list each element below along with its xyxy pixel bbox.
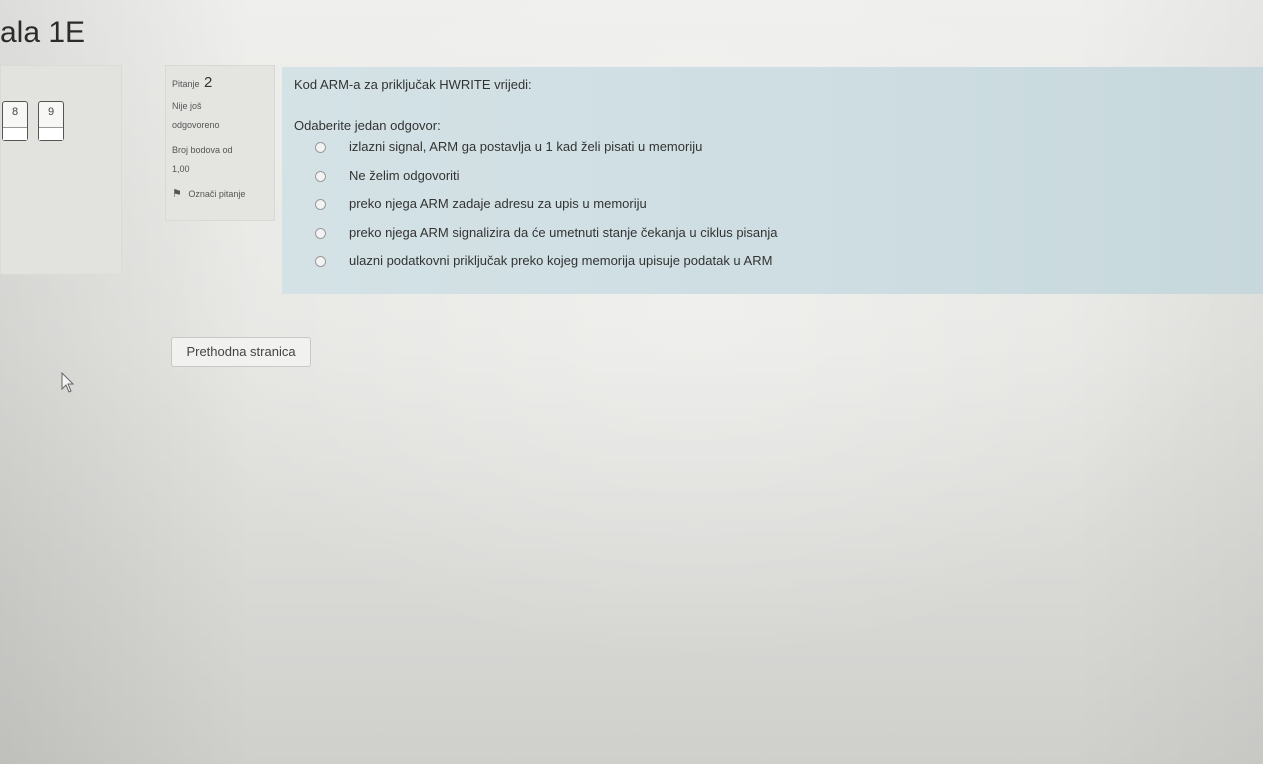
question-number-value: 2 (204, 74, 213, 91)
question-grade: Broj bodova od 1,00 (172, 141, 268, 179)
quiz-nav-button-9[interactable]: 9 (38, 101, 64, 141)
answer-option[interactable]: preko njega ARM signalizira da će umetnu… (294, 223, 1263, 252)
flag-question-label: Označi pitanje (188, 189, 246, 199)
quiz-navigation-panel (0, 65, 122, 275)
flag-icon: ⚑ (172, 188, 182, 200)
answer-list: izlazni signal, ARM ga postavlja u 1 kad… (294, 137, 1263, 280)
answer-option[interactable]: ulazni podatkovni priključak preko kojeg… (294, 251, 1263, 280)
answer-label[interactable]: Ne želim odgovoriti (349, 168, 460, 183)
answer-prompt: Odaberite jedan odgovor: (294, 118, 441, 133)
answer-option[interactable]: Ne želim odgovoriti (294, 166, 1263, 195)
answer-radio-button[interactable] (315, 227, 326, 239)
answer-radio-button[interactable] (315, 199, 326, 210)
question-state: Nije još odgovoreno (172, 97, 268, 135)
quiz-nav-button-label: 9 (47, 106, 55, 118)
answer-label[interactable]: izlazni signal, ARM ga postavlja u 1 kad… (349, 139, 702, 154)
mouse-pointer-icon (61, 372, 75, 393)
question-state-line2: odgovoreno (172, 120, 220, 130)
question-info-box: Pitanje 2 Nije još odgovoreno Broj bodov… (165, 65, 275, 221)
question-grade-line2: 1,00 (172, 164, 190, 174)
answer-radio-button[interactable] (315, 170, 326, 182)
answer-radio-button[interactable] (315, 256, 326, 267)
answer-option[interactable]: izlazni signal, ARM ga postavlja u 1 kad… (294, 137, 1263, 166)
answer-label[interactable]: preko njega ARM zadaje adresu za upis u … (349, 196, 647, 211)
question-number: Pitanje 2 (172, 74, 268, 91)
answer-option[interactable]: preko njega ARM zadaje adresu za upis u … (294, 194, 1263, 223)
question-grade-line1: Broj bodova od (172, 145, 233, 155)
question-number-label: Pitanje (172, 79, 200, 89)
page-title: ala 1E (0, 16, 86, 49)
answer-radio-button[interactable] (315, 142, 326, 153)
quiz-nav-button-8[interactable]: 8 (2, 101, 28, 141)
previous-page-button[interactable]: Prethodna stranica (171, 337, 311, 367)
quiz-nav-button-label: 8 (11, 106, 19, 118)
quiz-nav-button-status-bar (3, 127, 27, 140)
answer-label[interactable]: preko njega ARM signalizira da će umetnu… (349, 225, 778, 240)
answer-label[interactable]: ulazni podatkovni priključak preko kojeg… (349, 253, 772, 268)
flag-question-link[interactable]: ⚑ Označi pitanje (172, 187, 268, 200)
question-text: Kod ARM-a za priključak HWRITE vrijedi: (294, 77, 532, 92)
question-content: Kod ARM-a za priključak HWRITE vrijedi: … (282, 67, 1263, 294)
question-state-line1: Nije još (172, 101, 202, 111)
quiz-nav-button-status-bar (39, 127, 63, 140)
